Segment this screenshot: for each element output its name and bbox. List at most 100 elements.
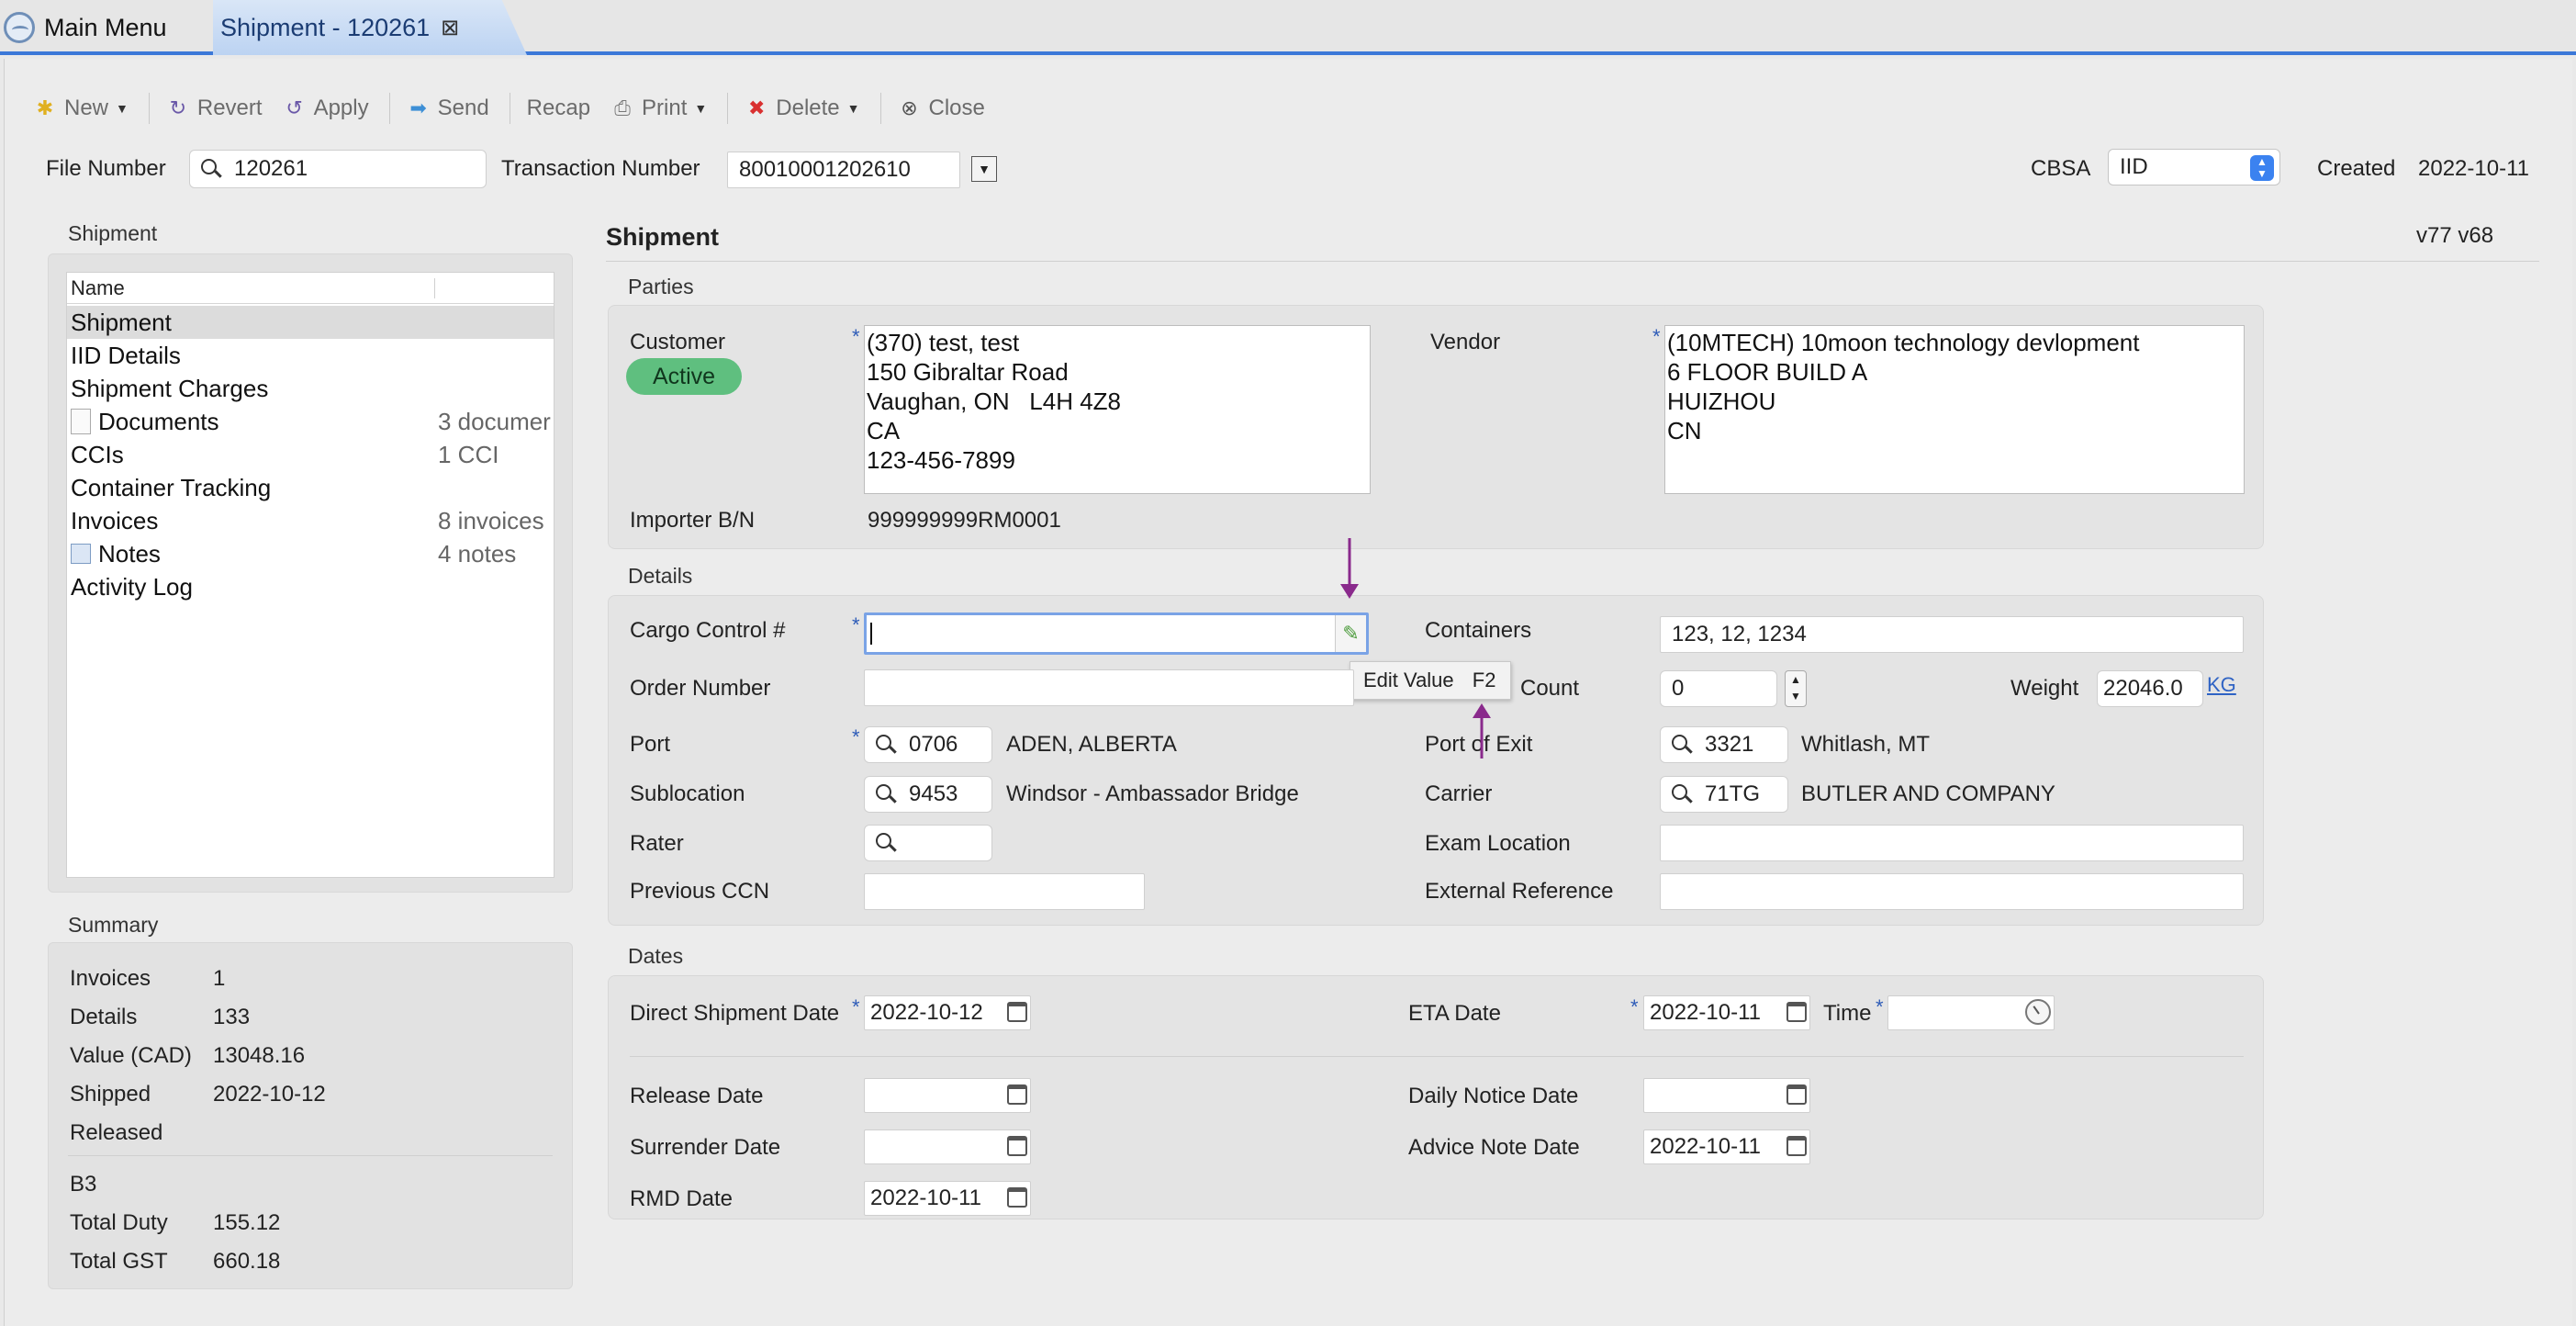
recap-button-label: Recap — [526, 96, 591, 120]
release-date-input[interactable] — [864, 1078, 1031, 1113]
rmd-date-label: RMD Date — [630, 1186, 734, 1211]
search-icon[interactable] — [1672, 735, 1692, 755]
clock-icon[interactable] — [2025, 999, 2051, 1025]
tab-main-menu[interactable]: Main Menu — [0, 0, 211, 55]
select-arrows-icon[interactable]: ▲ ▼ — [2250, 155, 2274, 181]
surrender-date-input[interactable] — [864, 1129, 1031, 1164]
vendor-line: (10MTECH) 10moon technology devlopment — [1667, 329, 2140, 356]
cargo-control-input[interactable]: ✎ — [864, 612, 1369, 655]
release-date-label: Release Date — [630, 1084, 764, 1108]
created-label: Created — [2317, 156, 2396, 181]
summary-divider — [68, 1155, 553, 1156]
search-icon[interactable] — [201, 159, 221, 179]
new-button[interactable]: ✱ New ▼ — [33, 96, 129, 121]
new-document-icon: ✱ — [36, 96, 54, 119]
required-indicator: * — [852, 725, 860, 748]
previous-ccn-input[interactable] — [864, 873, 1145, 910]
close-button[interactable]: ⊗ Close — [898, 96, 985, 121]
tree-item-container-tracking[interactable]: Container Tracking — [67, 471, 554, 504]
shipment-tree-title: Shipment — [68, 221, 158, 245]
customer-line: 150 Gibraltar Road — [867, 358, 1069, 386]
recap-button[interactable]: Recap — [527, 96, 590, 121]
chevron-down-icon[interactable]: ▼ — [694, 101, 707, 116]
revert-button-label: Revert — [196, 96, 263, 120]
calendar-icon[interactable] — [1007, 1187, 1027, 1208]
direct-shipment-date-input[interactable]: 2022-10-12 — [864, 995, 1031, 1030]
daily-notice-date-input[interactable] — [1643, 1078, 1810, 1113]
calendar-icon[interactable] — [1007, 1136, 1027, 1156]
printer-icon: ⎙ — [614, 96, 631, 119]
calendar-icon[interactable] — [1786, 1084, 1807, 1105]
tree-item-iid-details[interactable]: IID Details — [67, 339, 554, 372]
revert-button[interactable]: ↻ Revert — [166, 96, 263, 121]
order-number-input[interactable] — [864, 669, 1354, 706]
app-logo-icon — [4, 12, 35, 43]
containers-input[interactable]: 123, 12, 1234 — [1660, 616, 2244, 653]
required-indicator: * — [1630, 995, 1639, 1018]
tree-item-documents[interactable]: Documents 3 documer — [67, 405, 554, 438]
calendar-icon[interactable] — [1786, 1002, 1807, 1022]
order-number-label: Order Number — [630, 676, 771, 701]
cbsa-label: CBSA — [2031, 156, 2091, 181]
customer-status-badge: Active — [626, 358, 742, 395]
new-button-label: New — [64, 96, 109, 120]
weight-input[interactable]: 22046.0 — [2097, 670, 2203, 707]
vendor-address-field[interactable]: (10MTECH) 10moon technology devlopment 6 … — [1664, 325, 2245, 494]
advice-note-date-input[interactable]: 2022-10-11 — [1643, 1129, 1810, 1164]
customer-address-field[interactable]: (370) test, test 150 Gibraltar Road Vaugha… — [864, 325, 1371, 494]
tree-item-activity-log[interactable]: Activity Log — [67, 570, 554, 603]
sublocation-lookup-field[interactable]: 9453 — [864, 776, 992, 813]
summary-shipped-label: Shipped — [70, 1082, 151, 1107]
close-tab-icon[interactable]: ⊠ — [441, 15, 459, 41]
carrier-lookup-field[interactable]: 71TG — [1660, 776, 1788, 813]
count-stepper[interactable]: ▲ ▼ — [1785, 670, 1807, 707]
exam-location-input[interactable] — [1660, 825, 2244, 861]
print-button[interactable]: ⎙ Print ▼ — [610, 96, 707, 121]
calendar-icon[interactable] — [1007, 1084, 1027, 1105]
calendar-icon[interactable] — [1786, 1136, 1807, 1156]
delete-button[interactable]: ✖ Delete ▼ — [745, 96, 859, 121]
cbsa-select[interactable]: IID ▲ ▼ — [2108, 149, 2280, 185]
tree-item-ccis[interactable]: CCIs 1 CCI — [67, 438, 554, 471]
tree-item-shipment-charges[interactable]: Shipment Charges — [67, 372, 554, 405]
chevron-down-icon[interactable]: ▼ — [847, 101, 860, 116]
apply-button-label: Apply — [313, 96, 369, 120]
count-input[interactable]: 0 — [1660, 670, 1777, 707]
annotation-arrows — [1340, 538, 1491, 759]
search-icon[interactable] — [876, 735, 896, 755]
tree-item-notes[interactable]: Notes 4 notes — [67, 537, 554, 570]
search-icon[interactable] — [876, 833, 896, 853]
rmd-date-input[interactable]: 2022-10-11 — [864, 1181, 1031, 1216]
importer-bn-label: Importer B/N — [630, 508, 756, 533]
chevron-down-icon[interactable]: ▼ — [116, 101, 129, 116]
apply-button[interactable]: ↺ Apply — [283, 96, 369, 121]
calendar-icon[interactable] — [1007, 1002, 1027, 1022]
delete-button-label: Delete — [776, 96, 840, 120]
search-icon[interactable] — [1672, 784, 1692, 804]
port-lookup-field[interactable]: 0706 — [864, 726, 992, 763]
transaction-dropdown-button[interactable]: ▼ — [971, 156, 997, 182]
tree-item-invoices[interactable]: Invoices 8 invoices — [67, 504, 554, 537]
summary-invoices-label: Invoices — [70, 966, 151, 991]
search-icon[interactable] — [876, 784, 896, 804]
weight-unit-link[interactable]: KG — [2207, 673, 2236, 697]
surrender-date-label: Surrender Date — [630, 1135, 781, 1160]
tree-item-shipment[interactable]: Shipment — [67, 306, 554, 339]
summary-details-value: 133 — [213, 1005, 251, 1029]
file-number-field[interactable]: 120261 — [189, 150, 487, 188]
vendor-line: CN — [1667, 417, 1702, 444]
rater-lookup-field[interactable] — [864, 825, 992, 861]
tree-item-label: Shipment — [71, 309, 172, 336]
vendor-label: Vendor — [1430, 330, 1501, 354]
customer-label: Customer — [630, 330, 726, 354]
required-indicator: * — [852, 325, 860, 348]
tree-item-label: Invoices — [71, 507, 159, 534]
tree-item-label: Container Tracking — [71, 474, 272, 501]
transaction-number-field[interactable]: 80010001202610 — [727, 152, 960, 188]
external-reference-input[interactable] — [1660, 873, 2244, 910]
vendor-line: 6 FLOOR BUILD A — [1667, 358, 1868, 386]
eta-date-input[interactable]: 2022-10-11 — [1643, 995, 1810, 1030]
port-of-exit-lookup-field[interactable]: 3321 — [1660, 726, 1788, 763]
send-button[interactable]: ➡ Send — [407, 96, 488, 121]
tab-shipment[interactable]: Shipment - 120261 ⊠ — [213, 0, 527, 55]
